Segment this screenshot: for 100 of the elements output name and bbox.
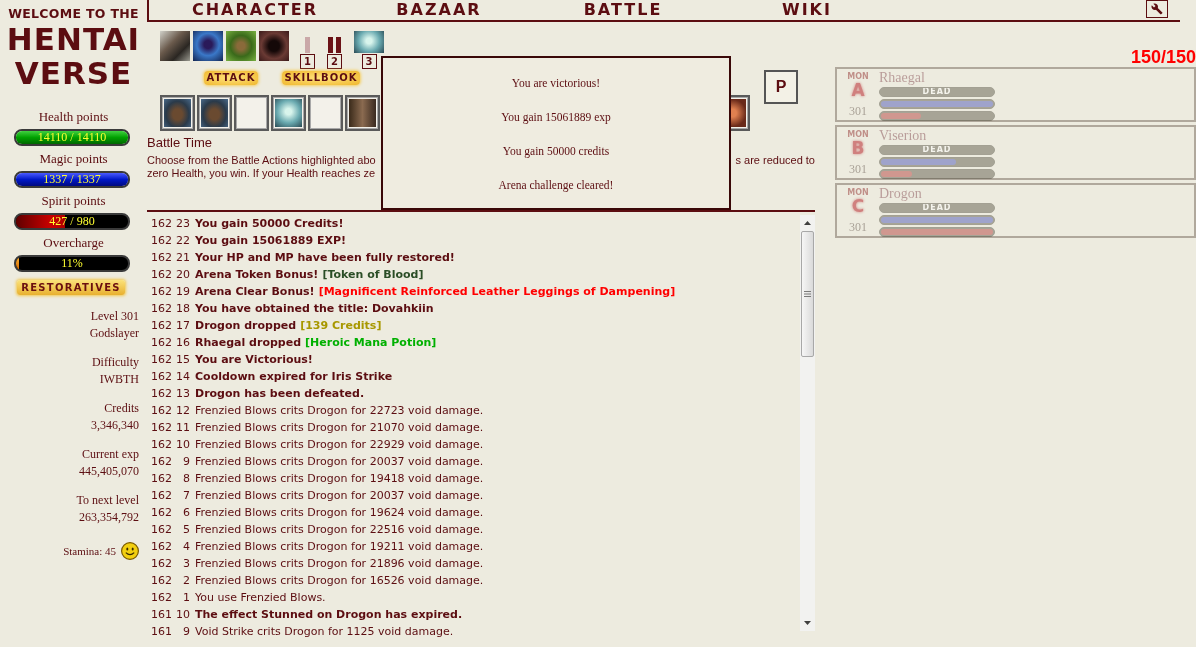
- p-button[interactable]: P: [764, 70, 798, 104]
- log-message: Frenzied Blows crits Drogon for 20037 void damage.: [195, 488, 484, 504]
- restoratives-button[interactable]: RESTORATIVES: [17, 280, 125, 295]
- log-turn: 162: [151, 369, 172, 385]
- effect-art-icon: [193, 31, 223, 61]
- effect-art-icon: [226, 31, 256, 61]
- log-message: Frenzied Blows crits Drogon for 22723 void damage.: [195, 403, 484, 419]
- skill-art-icon: [275, 99, 302, 127]
- hp-status: DEAD: [921, 146, 953, 154]
- action-button[interactable]: ATTACK: [203, 71, 259, 85]
- arrow-up-icon: [804, 221, 811, 225]
- log-message: Rhaegal dropped: [195, 335, 302, 351]
- dialog-message: You are victorious!: [511, 76, 601, 91]
- monster-name: Drogon: [879, 186, 923, 202]
- log-turn: 162: [151, 284, 172, 300]
- log-turn: 162: [151, 522, 172, 538]
- log-message: Frenzied Blows crits Drogon for 19418 void damage.: [195, 471, 484, 487]
- nav-link[interactable]: CHARACTER: [163, 0, 347, 20]
- log-turn: 162: [151, 488, 172, 504]
- stamina-text: Stamina: 45: [63, 543, 116, 559]
- skill-slot[interactable]: [308, 95, 343, 131]
- log-message: Cooldown expired for Iris Strike: [195, 369, 393, 385]
- nav-link[interactable]: BATTLE: [531, 0, 715, 20]
- log-turn: 162: [151, 437, 172, 453]
- hotkey-number: 3: [361, 54, 377, 69]
- log-message: The effect Stunned on Drogon has expired.: [195, 607, 463, 623]
- log-step: 6: [172, 504, 190, 521]
- settings-button[interactable]: [1146, 0, 1168, 18]
- gauge-bar-icon: [305, 37, 310, 53]
- log-step: 10: [172, 436, 190, 453]
- log-message: Arena Clear Bonus!: [195, 284, 315, 300]
- skill-slot[interactable]: [271, 95, 306, 131]
- log-message: Frenzied Blows crits Drogon for 21896 void damage.: [195, 556, 484, 572]
- log-step: 22: [172, 232, 190, 249]
- effect-art-icon: [259, 31, 289, 61]
- skill-slot[interactable]: [345, 95, 380, 131]
- log-message: You gain 15061889 EXP!: [195, 233, 347, 249]
- skill-art-icon: [201, 99, 228, 127]
- skill-slot[interactable]: [234, 95, 269, 131]
- hp-status: DEAD: [921, 88, 953, 96]
- info-label: To next level: [76, 492, 139, 509]
- description-text: s are reduced to: [735, 154, 815, 167]
- monster-tag: MON: [847, 188, 869, 198]
- info-label: Current exp: [82, 446, 139, 463]
- log-turn: 162: [151, 233, 172, 249]
- log-message: You use Frenzied Blows.: [195, 590, 326, 606]
- info-value: 445,405,070: [79, 463, 139, 480]
- grip-icon: [804, 291, 811, 297]
- stat-label: Magic points: [39, 151, 108, 167]
- log-step: 18: [172, 300, 190, 317]
- log-turn: 162: [151, 590, 172, 606]
- log-turn: 162: [151, 403, 172, 419]
- log-step: 7: [172, 487, 190, 504]
- info-label: Difficulty: [91, 354, 139, 371]
- scrollbar-thumb[interactable]: [801, 231, 814, 357]
- stat-label: Overcharge: [43, 235, 104, 251]
- smiley-icon: [121, 542, 139, 560]
- dialog-message: You gain 15061889 exp: [501, 110, 611, 126]
- action-button[interactable]: SKILLBOOK: [281, 71, 361, 85]
- info-value: IWBTH: [99, 371, 139, 388]
- log-message: Frenzied Blows crits Drogon for 21070 void damage.: [195, 420, 484, 436]
- log-turn: 162: [151, 318, 172, 334]
- log-step: 14: [172, 368, 190, 385]
- log-turn: 162: [151, 216, 172, 232]
- log-message: Frenzied Blows crits Drogon for 19211 void damage.: [195, 539, 484, 555]
- log-turn: 162: [151, 556, 172, 572]
- description-text: zero Health, you win. If your Health reaches ze: [147, 167, 376, 180]
- log-turn: 162: [151, 267, 172, 283]
- monster-tag: MON: [847, 72, 869, 82]
- log-message: You have obtained the title: Dovahkiin: [195, 301, 434, 317]
- log-step: 4: [172, 538, 190, 555]
- log-step: 20: [172, 266, 190, 283]
- log-step: 15: [172, 351, 190, 368]
- log-message: Your HP and MP have been fully restored!: [195, 250, 455, 266]
- log-message: Drogon dropped: [195, 318, 297, 334]
- nav-link[interactable]: BAZAAR: [347, 0, 531, 20]
- nav-link[interactable]: WIKI: [715, 0, 899, 20]
- scrollbar[interactable]: [800, 215, 815, 631]
- log-turn: 162: [151, 335, 172, 351]
- log-message: Void Strike crits Drogon for 1125 void damage.: [195, 624, 454, 640]
- log-step: 8: [172, 470, 190, 487]
- log-step: 2: [172, 572, 190, 589]
- skill-art-icon: [349, 99, 376, 127]
- log-step: 16: [172, 334, 190, 351]
- log-drop: [139 Credits]: [300, 318, 382, 334]
- monster-name: Rhaegal: [879, 70, 926, 86]
- skill-slot[interactable]: [197, 95, 232, 131]
- log-message: Drogon has been defeated.: [195, 386, 365, 402]
- counter-text: 150/150: [1130, 47, 1196, 67]
- description-text: Choose from the Battle Actions highlighted abo: [147, 154, 376, 167]
- log-turn: 162: [151, 454, 172, 470]
- log-step: 5: [172, 521, 190, 538]
- stat-value: 1337 / 1337: [42, 173, 102, 186]
- log-turn: 162: [151, 420, 172, 436]
- info-value: 263,354,792: [79, 509, 139, 526]
- arrow-down-icon: [804, 621, 811, 625]
- log-turn: 162: [151, 539, 172, 555]
- skill-slot[interactable]: [160, 95, 195, 131]
- log-step: 11: [172, 419, 190, 436]
- hotkey-number: 2: [327, 54, 342, 69]
